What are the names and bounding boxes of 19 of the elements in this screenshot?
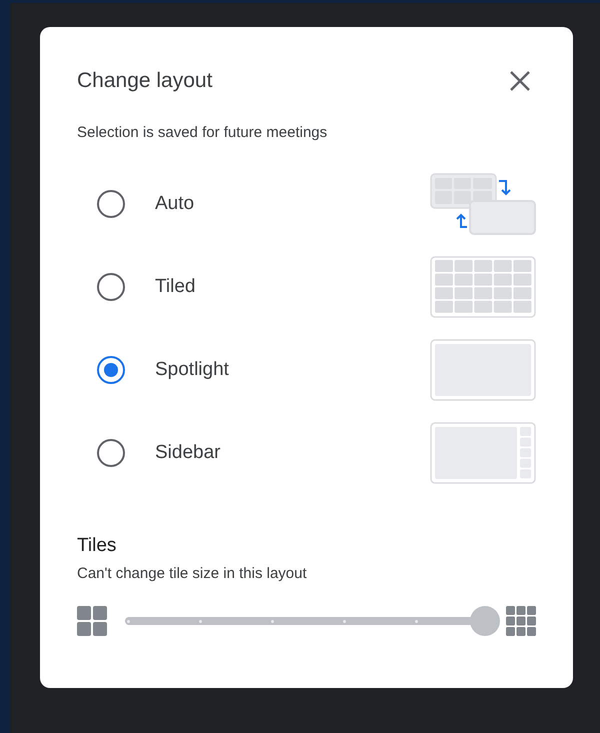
- section-heading: Tiles: [77, 535, 118, 557]
- layout-preview-icon: [430, 256, 536, 318]
- radio-button[interactable]: [97, 272, 125, 300]
- radio-button[interactable]: [97, 438, 125, 466]
- section-note: Can't change tile size in this layout: [77, 565, 308, 582]
- dialog-title: Change layout: [77, 69, 212, 93]
- radio-button[interactable]: [97, 356, 125, 384]
- layout-preview-icon: [430, 422, 536, 484]
- option-label: Spotlight: [155, 358, 230, 380]
- layout-preview-icon: [430, 172, 536, 234]
- option-label: Sidebar: [155, 442, 222, 464]
- small-tiles-icon: [506, 606, 536, 636]
- radio-button[interactable]: [97, 190, 125, 218]
- option-label: Auto: [155, 192, 196, 214]
- layout-preview-icon: [430, 338, 536, 400]
- option-label: Tiled: [155, 276, 196, 298]
- large-tiles-icon: [77, 606, 107, 636]
- close-icon[interactable]: [508, 69, 532, 93]
- dialog-subtitle: Selection is saved for future meetings: [77, 124, 328, 141]
